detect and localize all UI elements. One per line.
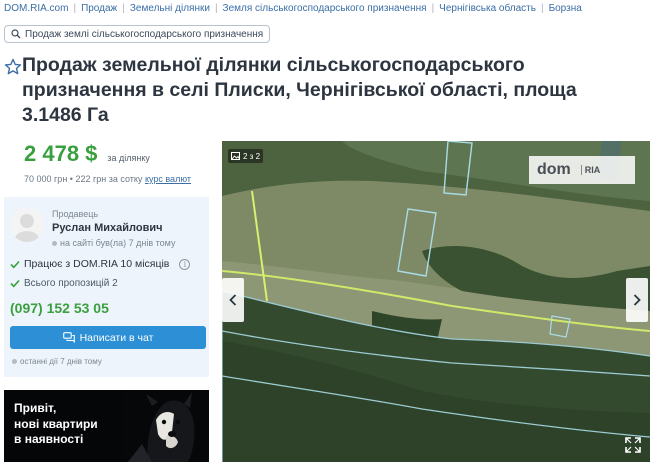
price-block: 2 478 $ за ділянку [24, 141, 150, 167]
gallery-next-button[interactable] [626, 278, 648, 322]
seller-experience-text: Працює з DOM.RIA 10 місяців [24, 258, 170, 270]
search-filter-tag[interactable]: Продаж землі сільськогосподарського приз… [4, 25, 271, 43]
price-details-row: 70 000 грн • 222 грн за сотку курс валют [24, 174, 191, 184]
banner-dog-image [122, 390, 209, 462]
banner-text: Привіт, нові квартири в наявності [14, 401, 98, 448]
currency-rates-link[interactable]: курс валют [145, 174, 191, 184]
breadcrumb-city[interactable]: Борзна [549, 3, 582, 14]
status-dot-icon [12, 359, 17, 364]
breadcrumb-separator: | [540, 2, 544, 14]
filter-tag-label: Продаж землі сільськогосподарського приз… [25, 28, 264, 40]
seller-online-text: на сайті був(ла) 7 днів тому [60, 238, 176, 248]
breadcrumb-land-plots[interactable]: Земельні ділянки [130, 3, 210, 14]
expand-icon [625, 437, 641, 453]
last-actions-text: останні дії 7 днів тому [20, 357, 102, 366]
gallery-prev-button[interactable] [222, 278, 244, 322]
status-dot-icon [52, 240, 57, 246]
chat-button-label: Написати в чат [79, 331, 154, 344]
last-actions: останні дії 7 днів тому [12, 357, 102, 366]
seller-experience: Працює з DOM.RIA 10 місяців i [10, 258, 191, 270]
watermark-text: dom [537, 161, 571, 178]
image-icon [231, 152, 240, 160]
breadcrumb-separator: | [431, 2, 435, 14]
seller-offers: Всього пропозицій 2 [10, 278, 118, 289]
info-icon[interactable]: i [179, 258, 191, 270]
write-to-chat-button[interactable]: Написати в чат [10, 326, 206, 349]
checkmark-icon [10, 260, 20, 268]
seller-offers-text[interactable]: Всього пропозицій 2 [24, 278, 118, 289]
seller-name[interactable]: Руслан Михайлович [52, 222, 163, 234]
chevron-right-icon [633, 294, 641, 306]
photo-counter-text: 2 з 2 [243, 151, 261, 161]
banner-line: Привіт, [14, 401, 57, 415]
checkmark-icon [10, 279, 20, 288]
photo-counter: 2 з 2 [228, 149, 264, 163]
page-title: Продаж земельної ділянки сільськогоспода… [22, 54, 577, 126]
ad-banner[interactable]: Привіт, нові квартири в наявності [4, 390, 209, 462]
breadcrumb-region[interactable]: Чернігівська область [439, 3, 536, 14]
chevron-left-icon [229, 294, 237, 306]
breadcrumb-sale[interactable]: Продаж [81, 3, 117, 14]
watermark-subtext: RIA [580, 165, 600, 175]
chat-icon [62, 332, 75, 343]
banner-line: в наявності [14, 432, 84, 446]
user-avatar-icon [10, 208, 44, 242]
breadcrumb-home[interactable]: DOM.RIA.com [4, 3, 68, 14]
seller-label: Продавець [52, 209, 99, 219]
seller-online-status: на сайті був(ла) 7 днів тому [52, 238, 175, 248]
seller-card: Продавець Руслан Михайлович на сайті був… [4, 197, 209, 377]
avatar [10, 208, 44, 242]
listing-photo [222, 141, 650, 462]
breadcrumb-separator: | [122, 2, 125, 14]
watermark-logo: dom RIA [529, 156, 635, 184]
photo-gallery[interactable]: 2 з 2 dom RIA [222, 141, 650, 462]
seller-phone[interactable]: (097) 152 53 05 [10, 300, 109, 316]
breadcrumb: DOM.RIA.com | Продаж | Земельні ділянки … [4, 0, 582, 16]
favorite-star-icon[interactable] [4, 57, 22, 77]
breadcrumb-separator: | [73, 2, 77, 14]
search-icon [11, 29, 21, 39]
fullscreen-button[interactable] [622, 434, 644, 456]
price-details: 70 000 грн • 222 грн за сотку [24, 174, 143, 184]
breadcrumb-separator: | [214, 2, 218, 14]
breadcrumb-agricultural-land[interactable]: Земля сільськогосподарського призначення [223, 3, 427, 14]
banner-line: нові квартири [14, 416, 98, 431]
price: 2 478 $ [24, 141, 98, 166]
price-note: за ділянку [107, 153, 150, 163]
listing-header: Продаж земельної ділянки сільськогоспода… [4, 53, 644, 128]
